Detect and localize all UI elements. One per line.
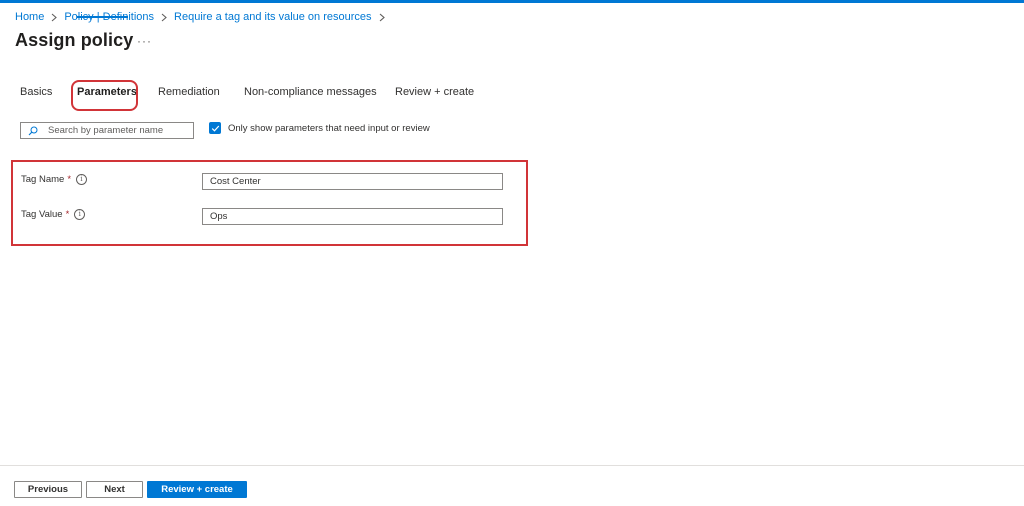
tag-value-label-text: Tag Value bbox=[21, 209, 63, 220]
page-title: Assign policy bbox=[15, 30, 134, 50]
tag-name-label: Tag Name * i bbox=[21, 174, 88, 185]
chevron-right-icon bbox=[161, 13, 167, 22]
tag-name-input[interactable] bbox=[202, 173, 503, 190]
search-placeholder: Search by parameter name bbox=[48, 125, 164, 136]
filter-row: Only show parameters that need input or … bbox=[209, 122, 430, 134]
tab-review-create[interactable]: Review + create bbox=[395, 86, 474, 98]
tab-remediation[interactable]: Remediation bbox=[158, 86, 220, 98]
top-accent-bar bbox=[0, 0, 1024, 3]
next-button[interactable]: Next bbox=[86, 481, 143, 498]
tag-value-label: Tag Value * i bbox=[21, 209, 86, 220]
required-asterisk: * bbox=[65, 209, 70, 220]
breadcrumb: Home Policy | Definitions Require a tag … bbox=[15, 11, 392, 23]
footer-divider bbox=[0, 465, 1024, 466]
tag-value-input[interactable] bbox=[202, 208, 503, 225]
breadcrumb-home[interactable]: Home bbox=[15, 11, 44, 23]
breadcrumb-policy-name[interactable]: Require a tag and its value on resources bbox=[174, 11, 372, 23]
search-icon bbox=[28, 126, 38, 135]
tab-highlight-annotation bbox=[71, 80, 138, 111]
previous-button[interactable]: Previous bbox=[14, 481, 82, 498]
required-asterisk: * bbox=[67, 174, 72, 185]
info-icon[interactable]: i bbox=[76, 174, 88, 185]
parameter-search-box[interactable]: Search by parameter name bbox=[20, 122, 194, 139]
only-show-required-checkbox[interactable] bbox=[209, 122, 221, 134]
active-tab-indicator bbox=[77, 16, 128, 18]
chevron-right-icon bbox=[379, 13, 385, 22]
tab-basics[interactable]: Basics bbox=[20, 86, 52, 98]
info-icon[interactable]: i bbox=[74, 209, 86, 220]
more-options-icon[interactable]: ··· bbox=[137, 34, 152, 48]
review-create-button[interactable]: Review + create bbox=[147, 481, 247, 498]
tab-non-compliance-messages[interactable]: Non-compliance messages bbox=[244, 86, 377, 98]
only-show-required-label: Only show parameters that need input or … bbox=[228, 122, 430, 134]
checkmark-icon bbox=[211, 125, 219, 132]
chevron-right-icon bbox=[51, 13, 58, 22]
tag-name-label-text: Tag Name bbox=[21, 174, 65, 185]
